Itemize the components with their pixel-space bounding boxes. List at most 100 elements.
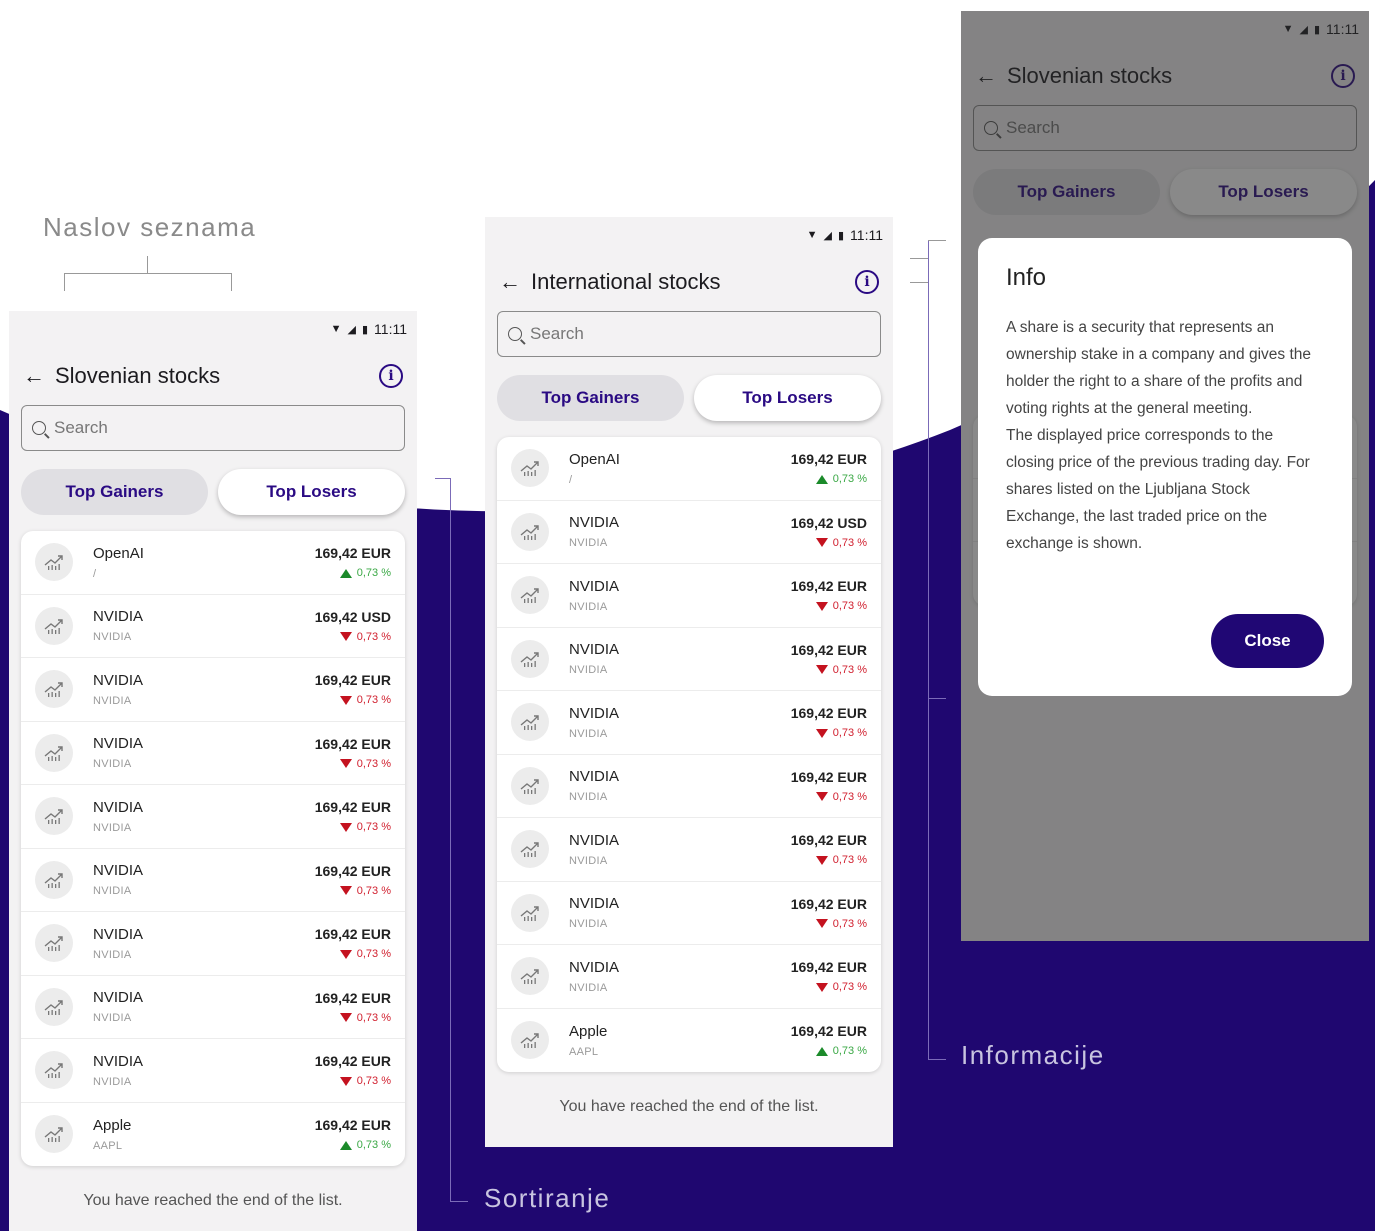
signal-icon: ◢: [347, 323, 357, 336]
stock-change-value: 0,73 %: [832, 473, 867, 486]
triangle-down-icon: [815, 919, 828, 929]
triangle-up-icon: [815, 1046, 828, 1056]
stock-name: NVIDIA: [569, 641, 620, 659]
table-row[interactable]: NVIDIA NVIDIA 169,42 USD 0,73 %: [497, 501, 881, 564]
page-title: International stocks: [531, 269, 721, 294]
table-row[interactable]: NVIDIA NVIDIA 169,42 EUR 0,73 %: [497, 755, 881, 818]
table-row[interactable]: NVIDIA NVIDIA 169,42 EUR 0,73 %: [497, 945, 881, 1009]
search-icon: [508, 327, 522, 341]
triangle-up-icon: [339, 1140, 352, 1150]
annotation-sorting: Sortiranje: [484, 1183, 611, 1213]
annotation-line: [928, 240, 946, 241]
table-row[interactable]: NVIDIA NVIDIA 169,42 EUR 0,73 %: [497, 564, 881, 628]
stock-price: 169,42 EUR: [314, 1117, 391, 1134]
stock-change-value: 0,73 %: [832, 917, 867, 930]
table-row[interactable]: NVIDIA NVIDIA 169,42 EUR 0,73 %: [21, 722, 405, 785]
stock-ticker: NVIDIA: [93, 885, 132, 898]
annotation-list-title: Naslov seznama: [43, 212, 257, 242]
close-button[interactable]: Close: [1211, 614, 1324, 668]
stock-chart-icon: [511, 449, 549, 488]
stock-price: 169,42 EUR: [314, 799, 391, 816]
table-row[interactable]: NVIDIA NVIDIA 169,42 EUR 0,73 %: [497, 691, 881, 755]
tab-top-gainers[interactable]: Top Gainers: [21, 469, 208, 515]
back-arrow-icon[interactable]: ←: [499, 269, 531, 295]
triangle-down-icon: [339, 822, 352, 832]
table-row[interactable]: NVIDIA NVIDIA 169,42 EUR 0,73 %: [21, 785, 405, 849]
stock-name: NVIDIA: [569, 577, 620, 595]
status-bar: ▼ ◢ ▮ 11:11: [485, 217, 893, 253]
stock-name: NVIDIA: [569, 895, 620, 913]
triangle-down-icon: [339, 949, 352, 959]
table-row[interactable]: Apple AAPL 169,42 EUR 0,73 %: [21, 1103, 405, 1167]
stock-list: OpenAI / 169,42 EUR 0,73 % NVIDIA NVIDIA 169,4…: [497, 437, 881, 1072]
stock-chart-icon: [511, 766, 549, 805]
stock-change-value: 0,73 %: [356, 821, 391, 834]
stock-price: 169,42 EUR: [790, 641, 867, 658]
stock-chart-icon: [35, 860, 73, 899]
stock-chart-icon: [35, 606, 73, 645]
tab-top-losers[interactable]: Top Losers: [218, 469, 405, 515]
info-icon[interactable]: i: [379, 364, 403, 388]
stock-ticker: NVIDIA: [569, 791, 608, 804]
stock-price: 169,42 USD: [790, 514, 867, 531]
stock-name: NVIDIA: [93, 925, 144, 943]
stock-price: 169,42 EUR: [314, 926, 391, 943]
annotation-line: [910, 282, 928, 283]
stock-change-value: 0,73 %: [356, 757, 391, 770]
table-row[interactable]: NVIDIA NVIDIA 169,42 EUR 0,73 %: [21, 849, 405, 912]
back-arrow-icon[interactable]: ←: [23, 363, 55, 389]
stock-price: 169,42 EUR: [314, 672, 391, 689]
stock-chart-icon: [35, 543, 73, 582]
stock-chart-icon: [511, 830, 549, 869]
stock-ticker: NVIDIA: [93, 694, 132, 707]
end-of-list-text: You have reached the end of the list.: [83, 1192, 343, 1209]
stock-change-value: 0,73 %: [832, 536, 867, 549]
stock-chart-icon: [511, 703, 549, 742]
annotation-line: [928, 240, 929, 1060]
stock-price: 169,42 EUR: [790, 768, 867, 785]
page-title: Slovenian stocks: [55, 363, 221, 388]
app-bar: ← International stocks i: [485, 253, 893, 311]
stock-name: NVIDIA: [93, 735, 144, 753]
stock-change-value: 0,73 %: [832, 727, 867, 740]
stock-name: OpenAI: [93, 544, 144, 562]
annotation-line: [928, 1059, 946, 1060]
status-bar: ▼ ◢ ▮ 11:11: [9, 311, 417, 347]
table-row[interactable]: NVIDIA NVIDIA 169,42 USD 0,73 %: [21, 595, 405, 658]
search-placeholder: Search: [530, 324, 584, 343]
stock-ticker: /: [93, 567, 97, 580]
triangle-down-icon: [815, 601, 828, 611]
triangle-down-icon: [815, 665, 828, 675]
triangle-down-icon: [815, 855, 828, 865]
stock-chart-icon: [35, 987, 73, 1026]
stock-chart-icon: [511, 639, 549, 678]
table-row[interactable]: NVIDIA NVIDIA 169,42 EUR 0,73 %: [21, 658, 405, 722]
table-row[interactable]: NVIDIA NVIDIA 169,42 EUR 0,73 %: [21, 1039, 405, 1103]
search-input[interactable]: Search: [21, 405, 405, 451]
tab-top-losers[interactable]: Top Losers: [694, 375, 881, 421]
table-row[interactable]: OpenAI / 169,42 EUR 0,73 %: [497, 437, 881, 501]
table-row[interactable]: NVIDIA NVIDIA 169,42 EUR 0,73 %: [21, 912, 405, 976]
stock-name: Apple: [569, 1022, 608, 1040]
stock-price: 169,42 EUR: [790, 832, 867, 849]
annotation-bracket: [64, 273, 232, 274]
search-input[interactable]: Search: [497, 311, 881, 357]
triangle-down-icon: [815, 728, 828, 738]
triangle-up-icon: [815, 474, 828, 484]
table-row[interactable]: OpenAI / 169,42 EUR 0,73 %: [21, 531, 405, 595]
table-row[interactable]: NVIDIA NVIDIA 169,42 EUR 0,73 %: [497, 628, 881, 691]
stock-change: 0,73 %: [815, 536, 867, 549]
stock-chart-icon: [35, 924, 73, 963]
stock-price: 169,42 EUR: [790, 578, 867, 595]
stock-change: 0,73 %: [339, 948, 391, 960]
stock-chart-icon: [511, 576, 549, 615]
table-row[interactable]: Apple AAPL 169,42 EUR 0,73 %: [497, 1009, 881, 1073]
table-row[interactable]: NVIDIA NVIDIA 169,42 EUR 0,73 %: [21, 976, 405, 1039]
stock-change: 0,73 %: [339, 1012, 391, 1024]
table-row[interactable]: NVIDIA NVIDIA 169,42 EUR 0,73 %: [497, 882, 881, 945]
table-row[interactable]: NVIDIA NVIDIA 169,42 EUR 0,73 %: [497, 818, 881, 882]
stock-change: 0,73 %: [339, 821, 391, 834]
info-icon[interactable]: i: [855, 270, 879, 294]
tab-top-gainers[interactable]: Top Gainers: [497, 375, 684, 421]
stock-price: 169,42 EUR: [314, 989, 391, 1006]
